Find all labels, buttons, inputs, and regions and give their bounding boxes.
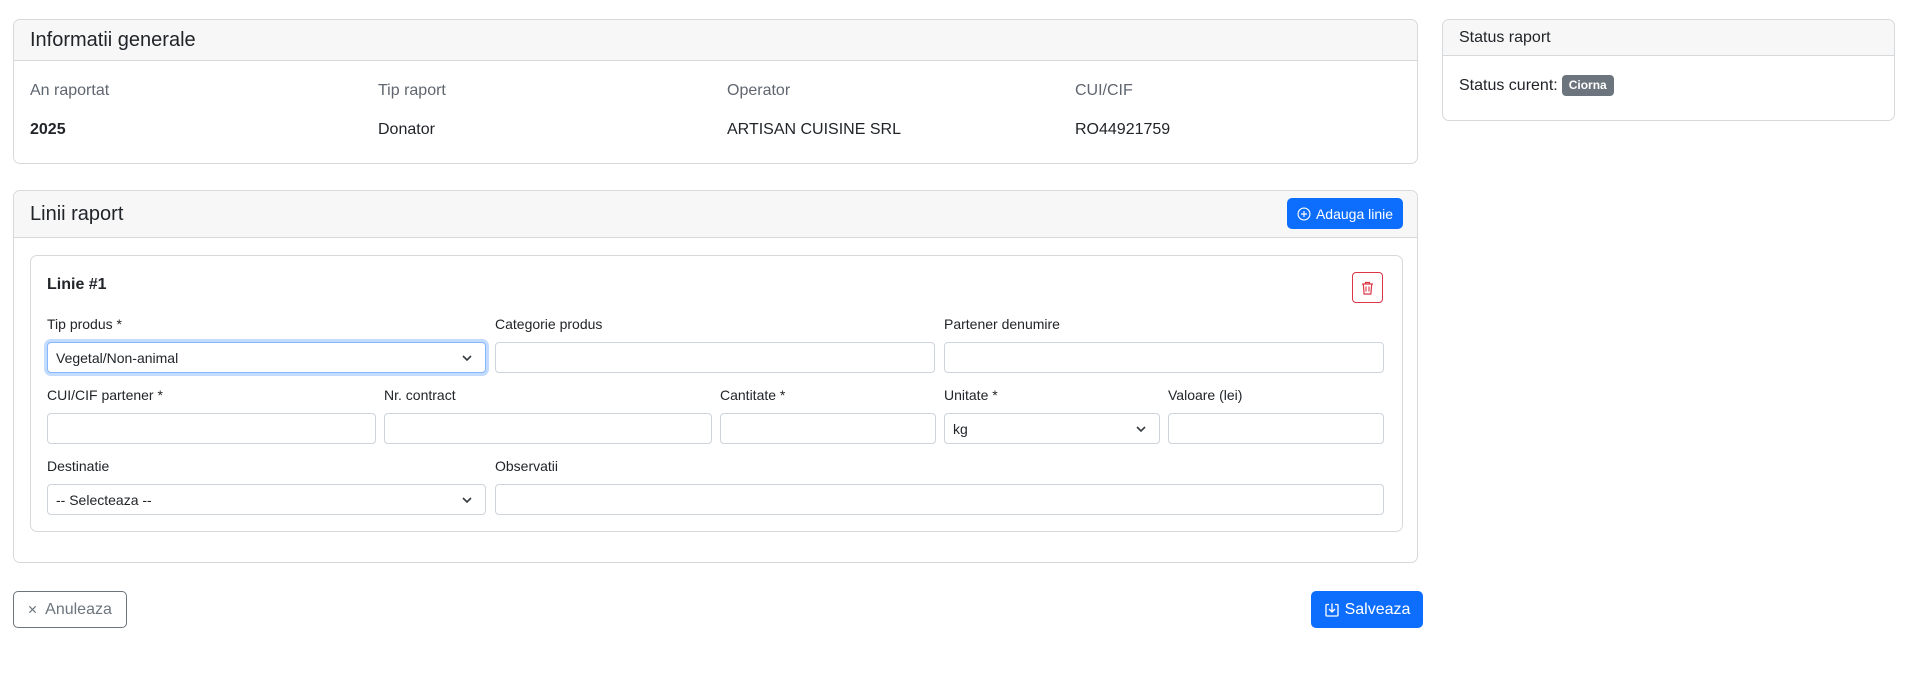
field-label-cui: CUI/CIF [1075,82,1133,99]
categorie-produs-label: Categorie produs [495,316,603,332]
field-value-an-raportat: 2025 [30,121,66,138]
field-value-cui: RO44921759 [1075,121,1171,138]
cancel-button[interactable]: Anuleaza [13,591,127,628]
valoare-input[interactable] [1168,413,1384,444]
tip-produs-select[interactable]: Vegetal/Non-animal [47,342,486,373]
unitate-value: kg [953,420,968,437]
line-card: Linie #1 Tip produs * Vegetal/Non-animal… [30,255,1403,532]
save-button[interactable]: Salveaza [1311,591,1423,628]
general-info-header: Informatii generale [14,20,1417,61]
partener-denumire-label: Partener denumire [944,316,1060,332]
status-badge: Ciorna [1561,75,1614,96]
field-value-tip-raport: Donator [378,121,435,138]
delete-line-button[interactable] [1352,272,1383,303]
observatii-label: Observatii [495,458,559,474]
save-label: Salveaza [1344,600,1411,618]
chevron-down-icon [462,355,472,362]
destinatie-value: -- Selecteaza -- [56,491,152,508]
field-label-tip-raport: Tip raport [378,82,446,99]
status-title: Status raport [1459,28,1551,46]
save-download-icon [1324,603,1339,617]
general-info-card: Informatii generale An raportat 2025 Tip… [13,19,1418,164]
cantitate-input[interactable] [720,413,936,444]
plus-circle-icon [1297,206,1311,221]
observatii-input[interactable] [495,484,1384,515]
status-current-label: Status curent: [1459,76,1558,94]
general-info-title: Informatii generale [30,28,196,51]
cantitate-label: Cantitate * [720,387,786,403]
status-row: Status curent: Ciorna [1459,75,1614,96]
tip-produs-value: Vegetal/Non-animal [56,349,179,366]
lines-header: Linii raport [14,191,1417,238]
destinatie-select[interactable]: -- Selecteaza -- [47,484,486,515]
trash-icon [1362,281,1373,295]
cui-partener-label: CUI/CIF partener * [47,387,163,403]
lines-card: Linii raport Adauga linie Linie #1 Tip p… [13,190,1418,563]
lines-title: Linii raport [30,202,124,225]
cui-partener-input[interactable] [47,413,376,444]
field-value-operator: ARTISAN CUISINE SRL [727,121,901,138]
add-line-button[interactable]: Adauga linie [1287,198,1403,229]
field-label-operator: Operator [727,82,791,99]
status-header: Status raport [1443,20,1894,56]
destinatie-label: Destinatie [47,458,110,474]
field-label-an-raportat: An raportat [30,82,110,99]
categorie-produs-input[interactable] [495,342,935,373]
unitate-label: Unitate * [944,387,998,403]
line-title: Linie #1 [47,276,107,293]
status-card: Status raport Status curent: Ciorna [1442,19,1895,121]
tip-produs-label: Tip produs * [47,316,122,332]
cancel-label: Anuleaza [45,600,112,618]
close-icon [29,605,37,614]
nr-contract-input[interactable] [384,413,712,444]
nr-contract-label: Nr. contract [384,387,456,403]
valoare-label: Valoare (lei) [1168,387,1243,403]
chevron-down-icon [1136,426,1146,433]
chevron-down-icon [462,497,472,504]
partener-denumire-input[interactable] [944,342,1384,373]
unitate-select[interactable]: kg [944,413,1160,444]
add-line-label: Adauga linie [1315,205,1394,222]
